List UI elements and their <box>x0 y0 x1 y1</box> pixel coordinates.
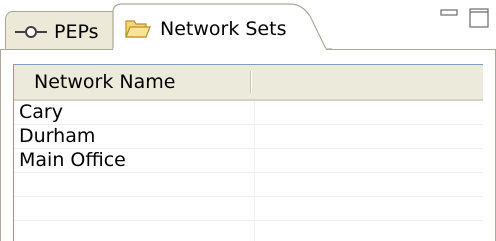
maximize-icon[interactable] <box>469 8 489 28</box>
network-name-cell: Main Office <box>19 149 126 171</box>
network-name-cell: Durham <box>19 125 96 147</box>
minimize-icon[interactable] <box>440 9 458 21</box>
folder-open-icon <box>125 20 151 38</box>
table-row[interactable]: Durham <box>14 125 483 149</box>
network-sets-table[interactable]: Network Name Cary Durham Main Office <box>13 64 483 241</box>
tab-network-sets-label: Network Sets <box>160 18 287 40</box>
view-tab-bar: PEPs Network Sets <box>0 0 496 50</box>
table-row[interactable]: Cary <box>14 101 483 125</box>
tab-peps[interactable]: PEPs <box>5 11 117 49</box>
table-body: Cary Durham Main Office <box>14 101 483 241</box>
table-row <box>14 197 483 221</box>
table-header: Network Name <box>14 65 483 101</box>
tab-peps-label: PEPs <box>54 21 99 43</box>
column-separator-highlight <box>251 71 252 93</box>
table-row <box>14 173 483 197</box>
connector-icon <box>15 26 47 38</box>
table-row <box>14 221 483 241</box>
table-row[interactable]: Main Office <box>14 149 483 173</box>
column-header-network-name[interactable]: Network Name <box>34 65 175 99</box>
network-name-cell: Cary <box>19 101 63 123</box>
network-sets-view: PEPs Network Sets Network Name Cary Durh… <box>0 0 496 241</box>
